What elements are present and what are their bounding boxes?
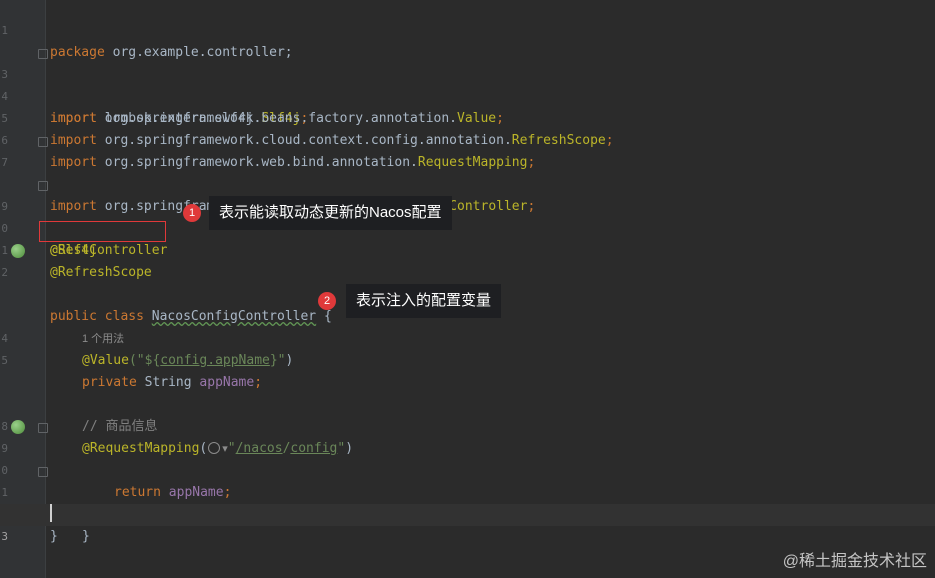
- code-line-15[interactable]: 5 private String appName;: [0, 328, 935, 390]
- callout-badge-2: 2: [318, 292, 336, 310]
- code-line-5[interactable]: 5 import org.springframework.cloud.conte…: [0, 86, 935, 148]
- code-line-7[interactable]: 7 import org.springframework.web.bind.an…: [0, 130, 935, 214]
- code-line-1[interactable]: 1 package org.example.controller;: [0, 0, 935, 60]
- fold-icon[interactable]: [38, 137, 48, 147]
- line-number: 3: [1, 530, 8, 543]
- endpoint-bean-icon[interactable]: [11, 420, 25, 434]
- callout-value-injection: 表示注入的配置变量: [346, 284, 502, 318]
- code-line-22[interactable]: 2 }: [0, 482, 935, 544]
- fold-icon[interactable]: [38, 423, 48, 433]
- code-line-3[interactable]: 3 import lombok.extern.slf4j.Slf4j;: [0, 42, 935, 126]
- refresh-scope-highlight: [39, 221, 166, 242]
- callout-refresh-scope: 表示能读取动态更新的Nacos配置: [209, 196, 452, 230]
- code-line-13[interactable]: [0, 262, 935, 284]
- code-line-20[interactable]: 0 return appName;: [0, 438, 935, 500]
- fold-icon[interactable]: [38, 181, 48, 191]
- code-line-16[interactable]: [0, 350, 935, 372]
- fold-icon[interactable]: [38, 49, 48, 59]
- watermark: @稀土掘金技术社区: [782, 553, 927, 570]
- code-line-4[interactable]: 4 import org.springframework.beans.facto…: [0, 64, 935, 126]
- code-line-23[interactable]: 3: [0, 504, 935, 543]
- code-line-17[interactable]: // 商品信息: [0, 372, 935, 434]
- code-line-9[interactable]: 9 @RestController: [0, 174, 935, 258]
- fold-icon[interactable]: [38, 467, 48, 477]
- code-line-8[interactable]: [0, 152, 935, 174]
- code-line-12[interactable]: 2 public class NacosConfigController {: [0, 240, 935, 324]
- code-line-6[interactable]: 6 import org.springframework.web.bind.an…: [0, 108, 935, 170]
- close-brace: }: [82, 529, 90, 544]
- code-line-21[interactable]: 1 }: [0, 460, 935, 544]
- code-line-18[interactable]: 8 @RequestMapping(▾"/nacos/config"): [0, 394, 935, 456]
- callout-badge-1: 1: [183, 204, 201, 222]
- code-line-19[interactable]: 9 public String getConfig() {: [0, 416, 935, 522]
- code-line-10[interactable]: 0 @Slf4j: [0, 196, 935, 258]
- code-line-2[interactable]: [0, 20, 935, 42]
- text-caret: [50, 504, 52, 522]
- close-brace: }: [50, 529, 58, 544]
- spring-bean-icon[interactable]: [11, 244, 25, 258]
